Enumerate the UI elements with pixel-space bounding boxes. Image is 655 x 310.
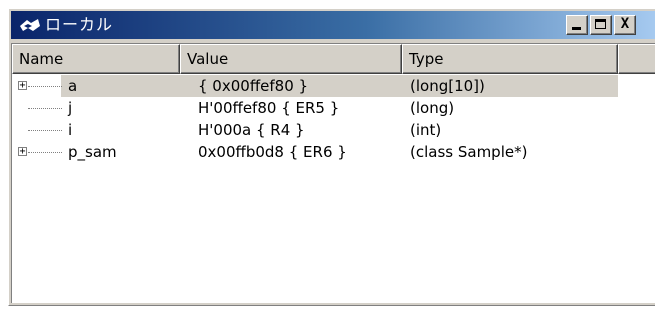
variable-type: (class Sample*) — [410, 143, 528, 161]
locals-list[interactable]: Name Value Type + a { 0x00ffef80 } (long… — [11, 43, 655, 303]
variable-row[interactable]: + p_sam 0x00ffb0d8 { ER6 } (class Sample… — [12, 141, 655, 163]
variable-value[interactable]: 0x00ffb0d8 { ER6 } — [198, 141, 347, 163]
plus-box-icon[interactable]: + — [18, 81, 27, 91]
locals-window: ローカル X Name Value Type + a { 0x00ffef80 … — [8, 8, 655, 306]
tree-line — [28, 108, 62, 109]
title-bar[interactable]: ローカル X — [11, 11, 655, 39]
close-icon: X — [620, 16, 630, 32]
variable-name: j — [68, 99, 73, 117]
variable-name: a — [68, 77, 78, 95]
variable-type: (int) — [410, 121, 442, 139]
variable-value[interactable]: { 0x00ffef80 } — [198, 75, 308, 97]
variable-type: (long[10]) — [410, 77, 485, 95]
tree-line — [28, 86, 62, 87]
locals-window-icon — [20, 19, 40, 31]
tree-line — [28, 152, 62, 153]
selection-highlight — [61, 75, 618, 97]
tree-line — [28, 130, 62, 131]
variable-value[interactable]: H'00ffef80 { ER5 } — [198, 97, 339, 119]
column-header-type[interactable]: Type — [402, 44, 618, 74]
maximize-button[interactable] — [590, 15, 612, 35]
column-header-filler — [618, 44, 655, 74]
close-button[interactable]: X — [614, 15, 636, 35]
column-header-value[interactable]: Value — [180, 44, 402, 74]
variable-name: p_sam — [68, 143, 117, 161]
column-header-bar: Name Value Type — [12, 44, 655, 74]
plus-box-icon[interactable]: + — [18, 147, 27, 157]
window-title: ローカル — [45, 15, 114, 34]
variable-type: (long) — [410, 99, 455, 117]
variable-value[interactable]: H'000a { R4 } — [198, 119, 305, 141]
maximize-icon — [595, 19, 606, 29]
column-header-name[interactable]: Name — [12, 44, 180, 74]
minimize-icon — [572, 27, 581, 30]
variable-row[interactable]: + a { 0x00ffef80 } (long[10]) — [12, 75, 655, 97]
variable-name: i — [68, 121, 73, 139]
variable-row[interactable]: i H'000a { R4 } (int) — [12, 119, 655, 141]
minimize-button[interactable] — [566, 15, 588, 35]
variable-row[interactable]: j H'00ffef80 { ER5 } (long) — [12, 97, 655, 119]
